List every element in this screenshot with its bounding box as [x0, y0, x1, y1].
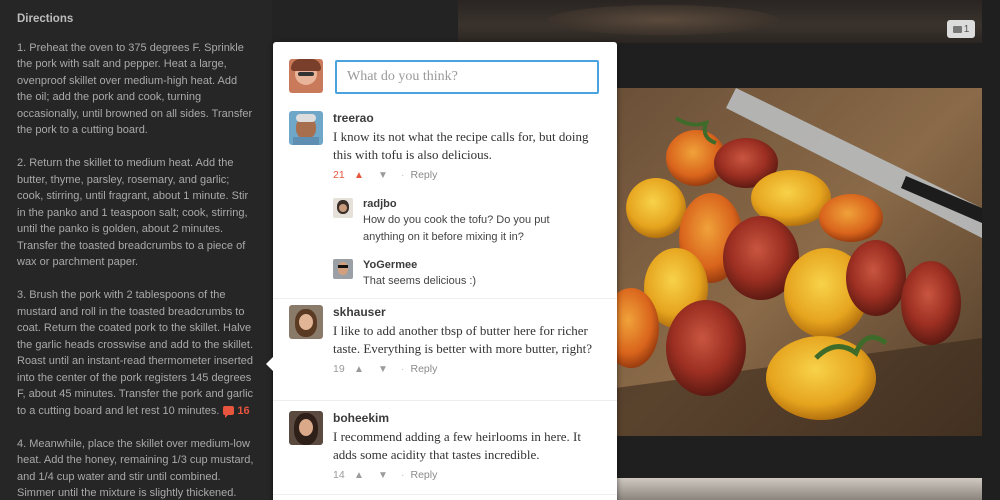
direction-step-4: 4. Meanwhile, place the skillet over med…: [17, 437, 254, 500]
comment-username[interactable]: boheekim: [333, 411, 603, 425]
vote-count: 21: [333, 169, 345, 181]
user-avatar: [333, 259, 353, 279]
comment-composer: [289, 59, 323, 93]
upvote-icon[interactable]: ▲: [351, 170, 367, 181]
reply-username[interactable]: radjbo: [363, 198, 593, 210]
comment-bubble-icon: [223, 405, 235, 418]
reply-link[interactable]: Reply: [411, 169, 438, 181]
user-avatar: [333, 198, 353, 218]
separator-dot: ·: [401, 469, 405, 481]
comment-text: I like to add another tbsp of butter her…: [333, 323, 593, 356]
upvote-icon[interactable]: ▲: [351, 364, 367, 375]
comment-divider: [273, 298, 617, 299]
comment-actions: 14 ▲ ▼ · Reply: [333, 469, 603, 481]
directions-heading: Directions: [17, 13, 74, 25]
upvote-icon[interactable]: ▲: [351, 470, 367, 481]
vote-count: 14: [333, 469, 345, 481]
top-food-photo: 1: [458, 0, 982, 43]
comment-text: I know its not what the recipe calls for…: [333, 129, 589, 162]
current-user-avatar: [289, 59, 323, 93]
direction-step-2: 2. Return the skillet to medium heat. Ad…: [17, 157, 249, 268]
step-comment-count-value: 16: [237, 404, 250, 417]
downvote-icon[interactable]: ▼: [375, 170, 391, 181]
downvote-icon[interactable]: ▼: [375, 470, 391, 481]
popup-pointer: [266, 357, 273, 371]
comments-popup: treerao I know its not what the recipe c…: [266, 42, 617, 500]
comment-divider: [273, 494, 617, 495]
comment-input[interactable]: [335, 60, 599, 94]
comment-username[interactable]: treerao: [333, 111, 603, 125]
user-avatar: [289, 111, 323, 145]
comment-bubble-icon: [952, 25, 962, 33]
user-avatar: [289, 305, 323, 339]
separator-dot: ·: [401, 363, 405, 375]
vote-count: 19: [333, 363, 345, 375]
step-comment-count[interactable]: 16: [223, 404, 250, 418]
reply-link[interactable]: Reply: [411, 469, 438, 481]
comment-actions: 21 ▲ ▼ · Reply: [333, 169, 603, 181]
reply-text: That seems delicious :): [363, 275, 477, 287]
comment-text: I recommend adding a few heirlooms in he…: [333, 429, 581, 462]
separator-dot: ·: [401, 169, 405, 181]
directions-panel: Directions 1. Preheat the oven to 375 de…: [0, 0, 272, 500]
comment-actions: 19 ▲ ▼ · Reply: [333, 363, 603, 375]
bottom-food-photo: [616, 478, 982, 500]
comment-divider: [273, 400, 617, 401]
comment-username[interactable]: skhauser: [333, 305, 603, 319]
photo-comment-count: 1: [963, 23, 970, 35]
reply-link[interactable]: Reply: [411, 363, 438, 375]
tomato-illustration: [616, 88, 982, 436]
user-avatar: [289, 411, 323, 445]
direction-step-3: 3. Brush the pork with 2 tablespoons of …: [17, 287, 255, 419]
direction-step-3-text: 3. Brush the pork with 2 tablespoons of …: [17, 289, 254, 417]
reply-username[interactable]: YoGermee: [363, 259, 593, 271]
reply-text: How do you cook the tofu? Do you put any…: [363, 214, 550, 243]
photo-comment-badge[interactable]: 1: [947, 20, 975, 38]
downvote-icon[interactable]: ▼: [375, 364, 391, 375]
direction-step-1: 1. Preheat the oven to 375 degrees F. Sp…: [17, 41, 253, 137]
heirloom-tomato-photo: [616, 88, 982, 436]
